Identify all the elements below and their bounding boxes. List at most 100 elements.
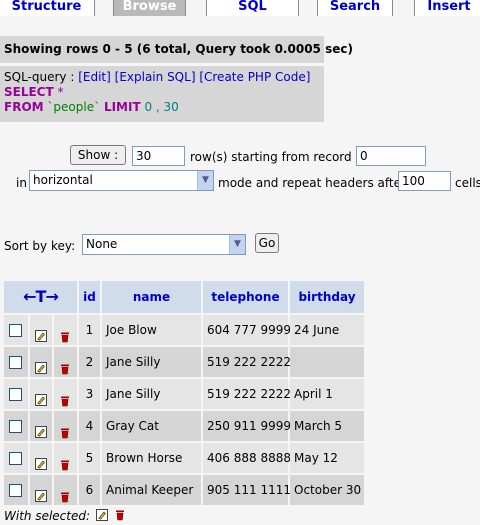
edit-link[interactable]: [Edit] <box>78 70 111 84</box>
row-edit-cell <box>30 475 52 505</box>
pencil-edit-icon[interactable] <box>35 451 47 470</box>
cells-label: cells <box>455 176 480 190</box>
sql-query-line-1: SELECT * <box>4 85 320 100</box>
with-selected-label: With selected: <box>4 509 91 523</box>
row-edit-cell <box>30 379 52 409</box>
rows-count-input[interactable]: 30 <box>132 146 185 166</box>
table-cell-telephone: 519 222 2222 <box>203 347 291 377</box>
row-checkbox[interactable] <box>9 388 22 401</box>
table-cell-name: Joe Blow <box>102 315 201 345</box>
table-cell-telephone: 406 888 8888 <box>203 443 291 473</box>
sql-from-keyword: FROM <box>4 100 44 114</box>
column-arrows-header[interactable]: ←T→ <box>4 281 77 313</box>
table-cell-telephone: 905 111 1111 <box>203 475 291 505</box>
show-button[interactable]: Show : <box>70 145 126 165</box>
column-header-birthday[interactable]: birthday <box>290 281 364 313</box>
table-cell-id: 3 <box>79 379 100 409</box>
go-button[interactable]: Go <box>255 233 279 253</box>
row-checkbox[interactable] <box>9 452 22 465</box>
sql-table-name: `people` <box>47 100 101 114</box>
table-cell-telephone: 519 222 2222 <box>203 379 291 409</box>
row-delete-cell <box>54 347 77 377</box>
tab-insert[interactable]: Insert <box>414 0 480 16</box>
create-php-code-link[interactable]: [Create PHP Code] <box>199 70 310 84</box>
tab-sql[interactable]: SQL <box>206 0 299 16</box>
table-cell-name: Brown Horse <box>102 443 201 473</box>
explain-sql-link[interactable]: [Explain SQL] <box>115 70 196 84</box>
row-select-cell <box>4 347 28 377</box>
table-cell-name: Jane Silly <box>102 379 201 409</box>
table-cell-telephone: 604 777 9999 <box>203 315 291 345</box>
trash-delete-icon[interactable] <box>59 324 71 343</box>
pencil-edit-icon[interactable] <box>95 509 108 521</box>
row-checkbox[interactable] <box>9 356 22 369</box>
row-edit-cell <box>30 315 52 345</box>
sql-query-line-2: FROM `people` LIMIT 0 , 30 <box>4 100 320 115</box>
trash-delete-icon[interactable] <box>114 509 126 521</box>
trash-delete-icon[interactable] <box>59 356 71 375</box>
column-arrows-icon: ←T→ <box>23 287 59 306</box>
table-cell-birthday: May 12 <box>290 443 364 473</box>
table-cell-name: Jane Silly <box>102 347 201 377</box>
row-delete-cell <box>54 379 77 409</box>
column-header-telephone[interactable]: telephone <box>203 281 288 313</box>
display-mode-value: horizontal <box>33 173 93 187</box>
table-cell-birthday: March 5 <box>290 411 364 441</box>
pencil-edit-icon[interactable] <box>35 483 47 502</box>
pencil-edit-icon[interactable] <box>35 323 47 342</box>
row-checkbox[interactable] <box>9 324 22 337</box>
chevron-down-icon: ▼ <box>197 171 213 190</box>
tab-search[interactable]: Search <box>317 0 393 16</box>
with-selected-bar: With selected: <box>4 509 126 523</box>
row-select-cell <box>4 443 28 473</box>
sql-select-keyword: SELECT <box>4 85 54 99</box>
rows-starting-label: row(s) starting from record # <box>190 150 366 164</box>
row-delete-cell <box>54 475 77 505</box>
sort-key-value: None <box>86 237 118 251</box>
sql-query-label: SQL-query : <box>4 70 75 84</box>
table-cell-name: Gray Cat <box>102 411 201 441</box>
row-edit-cell <box>30 443 52 473</box>
start-record-input[interactable]: 0 <box>356 146 426 166</box>
sql-query-box: SQL-query : [Edit] [Explain SQL] [Create… <box>0 66 324 122</box>
sort-key-select[interactable]: None ▼ <box>82 234 246 255</box>
row-select-cell <box>4 475 28 505</box>
table-cell-id: 5 <box>79 443 100 473</box>
row-delete-cell <box>54 443 77 473</box>
row-select-cell <box>4 379 28 409</box>
column-header-id[interactable]: id <box>79 281 100 313</box>
sort-by-key-label: Sort by key: <box>4 239 76 253</box>
tab-bar: Structure Browse SQL Search Insert <box>0 0 480 16</box>
pencil-edit-icon[interactable] <box>35 355 47 374</box>
sql-query-header: SQL-query : [Edit] [Explain SQL] [Create… <box>4 70 320 85</box>
repeat-headers-input[interactable]: 100 <box>398 171 451 191</box>
row-select-cell <box>4 411 28 441</box>
row-checkbox[interactable] <box>9 484 22 497</box>
table-cell-id: 1 <box>79 315 100 345</box>
in-label: in <box>16 176 27 190</box>
trash-delete-icon[interactable] <box>59 452 71 471</box>
tab-browse[interactable]: Browse <box>113 0 186 16</box>
table-cell-birthday <box>290 347 364 377</box>
status-message: Showing rows 0 - 5 (6 total, Query took … <box>0 36 353 63</box>
column-header-name[interactable]: name <box>102 281 201 313</box>
table-cell-id: 4 <box>79 411 100 441</box>
sql-star: * <box>57 85 64 99</box>
table-cell-birthday: October 30 <box>290 475 364 505</box>
display-mode-select[interactable]: horizontal ▼ <box>29 170 214 191</box>
row-select-cell <box>4 315 28 345</box>
sql-limit-keyword: LIMIT <box>103 100 141 114</box>
table-cell-birthday: 24 June <box>290 315 364 345</box>
sql-limit-args: 0 , 30 <box>144 100 179 114</box>
trash-delete-icon[interactable] <box>59 484 71 503</box>
chevron-down-icon: ▼ <box>229 235 245 254</box>
table-cell-id: 2 <box>79 347 100 377</box>
tab-structure[interactable]: Structure <box>0 0 95 16</box>
trash-delete-icon[interactable] <box>59 420 71 439</box>
pencil-edit-icon[interactable] <box>35 387 47 406</box>
trash-delete-icon[interactable] <box>59 388 71 407</box>
repeat-headers-label: mode and repeat headers after <box>218 176 406 190</box>
row-delete-cell <box>54 411 77 441</box>
pencil-edit-icon[interactable] <box>35 419 47 438</box>
row-checkbox[interactable] <box>9 420 22 433</box>
